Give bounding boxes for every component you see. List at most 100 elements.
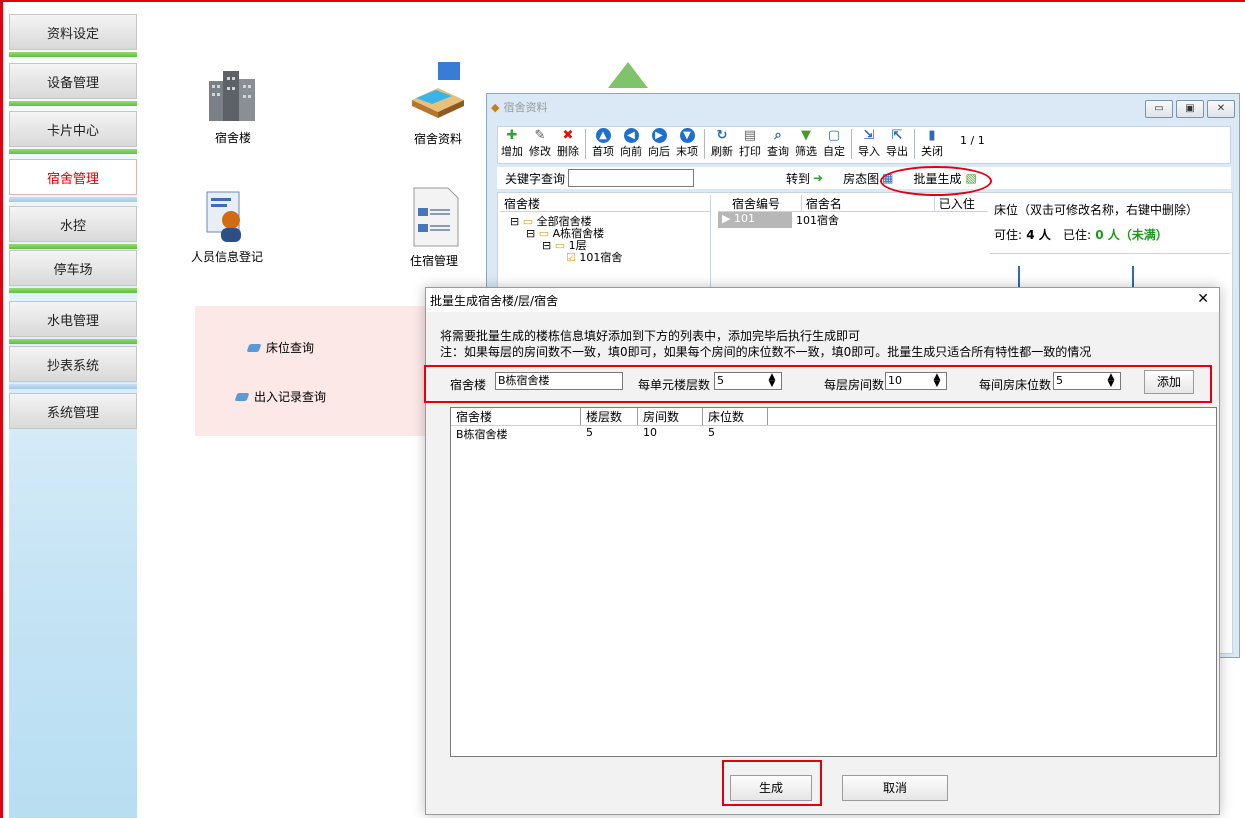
bed-marker[interactable] — [1018, 266, 1020, 288]
minimize-button[interactable]: ▭ — [1145, 100, 1173, 118]
buildings-icon — [203, 65, 263, 125]
sidebar-item-meter-reading[interactable]: 抄表系统 — [9, 346, 137, 382]
delete-icon: ✖ — [562, 128, 574, 143]
building-input[interactable]: B栋宿舍楼 — [495, 372, 623, 390]
keyword-input[interactable] — [568, 169, 695, 187]
search-button[interactable]: ⌕ 查询 — [767, 128, 789, 159]
close-button[interactable]: ▮ 关闭 — [921, 128, 943, 159]
column-header[interactable]: 已入住 — [935, 195, 988, 211]
toolbar-separator — [851, 129, 852, 159]
export-button[interactable]: ⇱ 导出 — [886, 128, 908, 159]
sidebar-item-system-management[interactable]: 系统管理 — [9, 393, 137, 429]
goto-arrow-icon: ➜ — [813, 171, 824, 185]
quick-links-panel — [195, 306, 427, 436]
room-bed-icon — [408, 60, 468, 126]
cancel-button[interactable]: 取消 — [842, 775, 948, 801]
rooms-label: 每层房间数 — [824, 378, 885, 392]
bed-query-link[interactable]: 床位查询 — [246, 339, 314, 356]
prev-button[interactable]: ◀ 向前 — [620, 128, 642, 159]
sidebar-divider — [9, 197, 137, 202]
last-icon: ▼ — [679, 128, 695, 143]
goto-button[interactable]: 转到 — [786, 170, 810, 187]
batch-generate-button[interactable]: 批量生成 — [913, 170, 961, 187]
access-record-label: 出入记录查询 — [254, 390, 327, 404]
column-header[interactable]: 床位数 — [703, 408, 768, 425]
add-button[interactable]: ✚ 增加 — [501, 128, 523, 159]
bed-summary: 可住: 4 人 已住: 0 人（未满） — [994, 228, 1168, 242]
print-button[interactable]: ▤ 打印 — [739, 128, 761, 159]
sidebar-divider — [9, 288, 137, 293]
list-header: 宿舍楼 楼层数 房间数 床位数 — [451, 408, 1216, 426]
edit-button[interactable]: ✎ 修改 — [529, 128, 551, 159]
close-door-icon: ▮ — [928, 128, 936, 143]
add-button[interactable]: 添加 — [1144, 370, 1194, 394]
desktop-icon-accommodation[interactable]: 住宿管理 — [384, 186, 484, 269]
room-grid: 宿舍编号 宿舍名 已入住 ▶ 101 101宿舍 — [718, 195, 988, 228]
prev-icon: ◀ — [623, 128, 639, 143]
column-header[interactable]: 宿舍楼 — [451, 408, 581, 425]
instruction-line-2: 注：如果每层的房间数不一致，填0即可，如果每个房间的床位数不一致，填0即可。批量… — [440, 345, 1092, 359]
column-header[interactable]: 宿舍编号 — [718, 195, 802, 211]
desktop-icon-person-register[interactable]: 人员信息登记 — [177, 188, 277, 265]
window-titlebar: ◆ 宿舍资料 — [487, 94, 1239, 120]
diamond-icon — [234, 392, 250, 401]
beds-stepper[interactable]: 5 ▲ ▼ — [1053, 372, 1121, 390]
room-map-button[interactable]: 房态图 — [843, 170, 879, 187]
first-button[interactable]: ▲ 首项 — [592, 128, 614, 159]
desktop-icon-dorm-data[interactable]: 宿舍资料 — [388, 60, 488, 147]
sidebar-item-parking[interactable]: 停车场 — [9, 250, 137, 286]
spinner-arrows-icon[interactable]: ▲ ▼ — [1104, 373, 1118, 389]
access-record-link[interactable]: 出入记录查询 — [234, 388, 327, 405]
sidebar-item-device-management[interactable]: 设备管理 — [9, 63, 137, 99]
column-header[interactable]: 宿舍名 — [802, 195, 935, 211]
spinner-arrows-icon[interactable]: ▲ ▼ — [930, 373, 944, 389]
sidebar-item-data-settings[interactable]: 资料设定 — [9, 14, 137, 50]
import-button[interactable]: ⇲ 导入 — [858, 128, 880, 159]
plus-icon: ✚ — [506, 128, 518, 143]
export-icon: ⇱ — [891, 128, 903, 143]
filter-button[interactable]: ▼ 筛选 — [795, 128, 817, 159]
instruction-line-1: 将需要批量生成的楼栋信息填好添加到下方的列表中，添加完毕后执行生成即可 — [440, 329, 861, 343]
tree-header: 宿舍楼 — [500, 195, 710, 212]
desktop-icon-dorm-building[interactable]: 宿舍楼 — [183, 65, 283, 146]
desktop-icon-label: 宿舍楼 — [214, 131, 251, 145]
column-header[interactable]: 房间数 — [638, 408, 703, 425]
last-button[interactable]: ▼ 末项 — [676, 128, 698, 159]
custom-button[interactable]: ▢ 自定 — [823, 128, 845, 159]
maximize-button[interactable]: ▣ — [1176, 100, 1204, 118]
window-title: 宿舍资料 — [503, 101, 548, 114]
next-button[interactable]: ▶ 向后 — [648, 128, 670, 159]
sidebar-divider — [9, 384, 137, 389]
column-header[interactable]: 楼层数 — [581, 408, 638, 425]
toolbar-separator — [585, 129, 586, 159]
tree-node-room-101[interactable]: ☑ 101宿舍 — [510, 252, 710, 264]
batch-list[interactable]: 宿舍楼 楼层数 房间数 床位数 B栋宿舍楼 5 10 5 — [450, 407, 1217, 757]
list-item[interactable]: B栋宿舍楼 5 10 5 — [451, 426, 1216, 442]
desktop-icon-label: 人员信息登记 — [190, 250, 263, 264]
window-app-icon: ◆ — [491, 100, 500, 114]
generate-button[interactable]: 生成 — [730, 775, 812, 801]
spinner-arrows-icon[interactable]: ▲ ▼ — [765, 373, 779, 389]
tree-node-building-a[interactable]: ⊟ ▭ A栋宿舍楼 — [510, 228, 710, 240]
floors-stepper[interactable]: 5 ▲ ▼ — [714, 372, 782, 390]
refresh-button[interactable]: ↻ 刷新 — [711, 128, 733, 159]
close-icon[interactable]: ✕ — [1197, 291, 1209, 307]
window-close-button[interactable]: ✕ — [1207, 100, 1235, 118]
toolbar-separator — [704, 129, 705, 159]
building-label: 宿舍楼 — [450, 378, 487, 392]
sidebar-item-utility-management[interactable]: 水电管理 — [9, 301, 137, 337]
sidebar-item-dorm-management[interactable]: 宿舍管理 — [9, 159, 137, 195]
desktop-icon-partial — [598, 58, 658, 88]
sidebar-item-water-control[interactable]: 水控 — [9, 206, 137, 242]
bed-marker[interactable] — [1132, 266, 1134, 288]
document-add-icon: ▧ — [965, 171, 977, 185]
custom-icon: ▢ — [827, 128, 841, 143]
delete-button[interactable]: ✖ 删除 — [557, 128, 579, 159]
diamond-icon — [246, 343, 262, 352]
table-row[interactable]: ▶ 101 101宿舍 — [718, 212, 988, 228]
sidebar-item-card-center[interactable]: 卡片中心 — [9, 111, 137, 147]
next-icon: ▶ — [651, 128, 667, 143]
floors-label: 每单元楼层数 — [638, 378, 711, 392]
rooms-stepper[interactable]: 10 ▲ ▼ — [885, 372, 947, 390]
person-document-icon — [197, 188, 257, 244]
